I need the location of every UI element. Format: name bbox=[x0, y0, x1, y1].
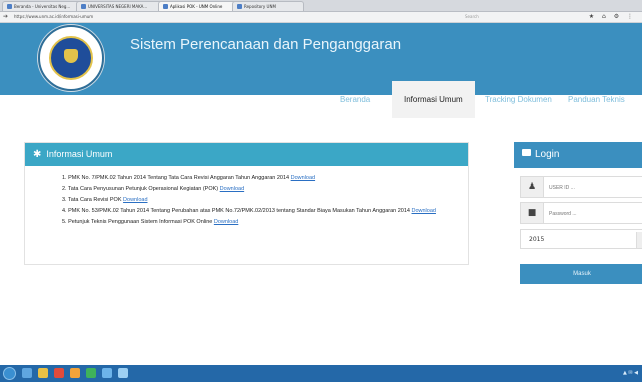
tab-favicon-icon bbox=[163, 4, 168, 9]
browser-tab[interactable]: UNIVERSITAS NEGERI MAKA... bbox=[76, 1, 164, 11]
spinner-arrows-icon[interactable] bbox=[636, 232, 642, 248]
folder-icon[interactable] bbox=[38, 368, 48, 378]
lock-icon: ■ bbox=[521, 203, 544, 223]
address-bar: ➔ https://www.unm.ac.id/informasi-umum S… bbox=[0, 12, 642, 23]
year-select[interactable]: 2015 bbox=[520, 229, 642, 249]
info-heading: Informasi Umum bbox=[46, 149, 113, 159]
tab-favicon-icon bbox=[81, 4, 86, 9]
user-id-field[interactable]: ♟ bbox=[520, 176, 642, 198]
login-panel: Login ♟ ■ 2015 Masuk bbox=[514, 142, 642, 294]
password-field[interactable]: ■ bbox=[520, 202, 642, 224]
info-panel-header: ✱ Informasi Umum bbox=[25, 143, 468, 166]
download-link[interactable]: Download bbox=[220, 186, 244, 192]
list-item: 2. Tata Cara Penyusunan Petunjuk Operasi… bbox=[62, 186, 245, 192]
system-tray[interactable]: ▲ ✉ ◀ bbox=[623, 368, 638, 379]
browser-search-field[interactable]: Search bbox=[465, 13, 565, 20]
browser-toolbar-icons[interactable]: ★ ⌂ ⚙ ⋮ bbox=[589, 13, 636, 21]
download-link[interactable]: Download bbox=[291, 175, 315, 181]
url-field[interactable]: https://www.unm.ac.id/informasi-umum bbox=[14, 13, 454, 20]
app-icon[interactable] bbox=[118, 368, 128, 378]
login-header: Login bbox=[514, 142, 642, 168]
browser-tab-active[interactable]: Aplikasi POK - UNM Online bbox=[158, 1, 238, 11]
os-taskbar: ▲ ✉ ◀ bbox=[0, 365, 642, 382]
download-link[interactable]: Download bbox=[123, 197, 147, 203]
ie-icon[interactable] bbox=[22, 368, 32, 378]
chrome-icon[interactable] bbox=[70, 368, 80, 378]
app-icon[interactable] bbox=[86, 368, 96, 378]
user-icon: ♟ bbox=[521, 177, 544, 197]
media-icon[interactable] bbox=[54, 368, 64, 378]
tab-favicon-icon bbox=[7, 4, 12, 9]
list-item: 5. Petunjuk Teknis Penggunaan Sistem Inf… bbox=[62, 219, 239, 225]
nav-item-panduan[interactable]: Panduan Teknis bbox=[568, 81, 625, 118]
list-item: 1. PMK No. 7/PMK.02 Tahun 2014 Tentang T… bbox=[62, 175, 316, 181]
info-list: 1. PMK No. 7/PMK.02 Tahun 2014 Tentang T… bbox=[25, 175, 468, 226]
download-link[interactable]: Download bbox=[214, 219, 238, 225]
login-heading: Login bbox=[535, 149, 560, 160]
list-item: 3. Tata Cara Revisi POK Download bbox=[62, 197, 148, 203]
nav-item-tracking[interactable]: Tracking Dokumen bbox=[485, 81, 552, 118]
asterisk-icon: ✱ bbox=[33, 149, 42, 160]
tab-favicon-icon bbox=[237, 4, 242, 9]
browser-tab[interactable]: Beranda - Universitas Neg... bbox=[2, 1, 82, 11]
download-link[interactable]: Download bbox=[412, 208, 436, 214]
user-id-input[interactable] bbox=[547, 181, 641, 195]
password-input[interactable] bbox=[547, 207, 641, 221]
login-button[interactable]: Masuk bbox=[520, 264, 642, 284]
info-panel: ✱ Informasi Umum 1. PMK No. 7/PMK.02 Tahu… bbox=[24, 142, 469, 265]
list-item: 4. PMK No. 53/PMK.02 Tahun 2014 Tentang … bbox=[62, 208, 436, 214]
arrow-right-icon[interactable]: ➔ bbox=[3, 13, 8, 21]
start-button[interactable] bbox=[3, 367, 16, 380]
browser-tab[interactable]: Repository UNM bbox=[232, 1, 304, 11]
app-icon[interactable] bbox=[102, 368, 112, 378]
browser-tab-bar: Beranda - Universitas Neg... UNIVERSITAS… bbox=[0, 0, 642, 12]
nav-item-beranda[interactable]: Beranda bbox=[340, 81, 370, 118]
site-title: Sistem Perencanaan dan Penganggaran bbox=[130, 36, 402, 53]
university-seal-icon[interactable] bbox=[38, 25, 104, 91]
nav-item-informasi-umum[interactable]: Informasi Umum bbox=[392, 81, 475, 118]
lock-icon bbox=[522, 149, 531, 156]
